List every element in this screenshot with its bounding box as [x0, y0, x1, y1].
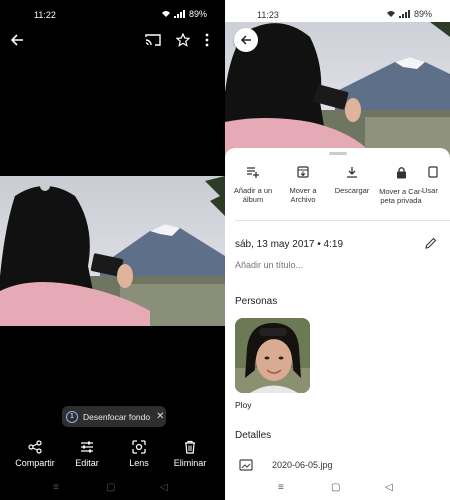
- info-sheet: Añadir a un álbum Mover a Archivo Descar…: [225, 148, 450, 500]
- arrow-left-icon[interactable]: [10, 33, 24, 47]
- recents-icon[interactable]: ≡: [53, 482, 59, 493]
- system-nav-bar: ≡ ▢ ◁: [225, 476, 450, 500]
- share-button[interactable]: Compartir: [7, 440, 63, 468]
- bottom-action-bar: Compartir Editar Lens Eliminar: [0, 440, 225, 472]
- photo-info-panel: 11:23 89% Añadir a un álbum Mover a Arch…: [225, 0, 450, 500]
- info-actions-row: Añadir a un álbum Mover a Archivo Descar…: [225, 166, 450, 226]
- cast-icon[interactable]: [145, 33, 161, 47]
- person-name: Ploy: [235, 400, 252, 410]
- move-to-private-folder-button[interactable]: Mover a Car- peta privada: [373, 166, 429, 205]
- status-time: 11:23: [257, 10, 279, 20]
- delete-button[interactable]: Eliminar: [162, 440, 218, 468]
- recents-icon[interactable]: ≡: [278, 482, 284, 493]
- back-button[interactable]: [234, 28, 258, 52]
- back-nav-icon[interactable]: ◁: [385, 482, 393, 493]
- download-button[interactable]: Descargar: [324, 166, 380, 195]
- arrow-left-icon: [240, 35, 251, 45]
- battery-level: 89%: [413, 9, 432, 19]
- wifi-icon: [161, 11, 170, 17]
- photo-image-preview[interactable]: [225, 22, 450, 162]
- magic-icon: 1: [66, 410, 78, 423]
- edit-button[interactable]: Editar: [59, 440, 115, 468]
- people-heading: Personas: [235, 296, 278, 307]
- home-icon[interactable]: ▢: [331, 482, 340, 493]
- divider: [235, 220, 450, 221]
- share-icon: [28, 440, 42, 454]
- star-icon[interactable]: [176, 33, 190, 47]
- wifi-icon: [386, 11, 395, 17]
- person-thumbnail[interactable]: [235, 318, 310, 393]
- back-nav-icon[interactable]: ◁: [160, 482, 168, 493]
- tune-icon: [81, 441, 93, 453]
- status-bar: 11:23 89%: [225, 0, 450, 22]
- pencil-icon[interactable]: [425, 237, 437, 249]
- blur-background-chip[interactable]: 1 Desenfocar fondo ✕: [62, 406, 166, 427]
- drag-handle[interactable]: [329, 152, 347, 155]
- add-to-album-button[interactable]: Añadir a un álbum: [225, 166, 281, 204]
- photo-image[interactable]: [0, 176, 225, 326]
- battery-level: 89%: [188, 9, 207, 19]
- image-file-icon: [239, 459, 253, 471]
- move-to-archive-button[interactable]: Mover a Archivo: [275, 166, 331, 204]
- lock-icon: [396, 167, 406, 179]
- playlist-add-icon: [247, 167, 259, 178]
- more-vert-icon[interactable]: [204, 33, 210, 47]
- status-time: 11:22: [34, 10, 56, 20]
- system-nav-bar: ≡ ▢ ◁: [0, 476, 225, 500]
- photo-date: sáb, 13 may 2017 • 4:19: [235, 239, 344, 250]
- trash-icon: [185, 440, 195, 454]
- photo-viewer-panel: 11:22 89% 1 Desenfocar fondo ✕ Compartir…: [0, 0, 225, 500]
- close-icon[interactable]: ✕: [156, 411, 164, 422]
- use-icon: [428, 166, 438, 178]
- download-icon: [347, 167, 357, 178]
- chip-label: Desenfocar fondo: [83, 411, 151, 422]
- status-bar: 11:22 89%: [0, 0, 225, 28]
- signal-icon: [173, 10, 185, 18]
- home-icon[interactable]: ▢: [106, 482, 115, 493]
- use-as-button[interactable]: Usar: [422, 166, 450, 195]
- add-title-input[interactable]: Añadir un título...: [235, 260, 303, 270]
- file-name: 2020-06-05.jpg: [272, 460, 333, 470]
- lens-icon: [132, 440, 146, 454]
- details-heading: Detalles: [235, 430, 272, 441]
- lens-button[interactable]: Lens: [111, 440, 167, 468]
- archive-icon: [297, 166, 309, 178]
- signal-icon: [398, 10, 410, 18]
